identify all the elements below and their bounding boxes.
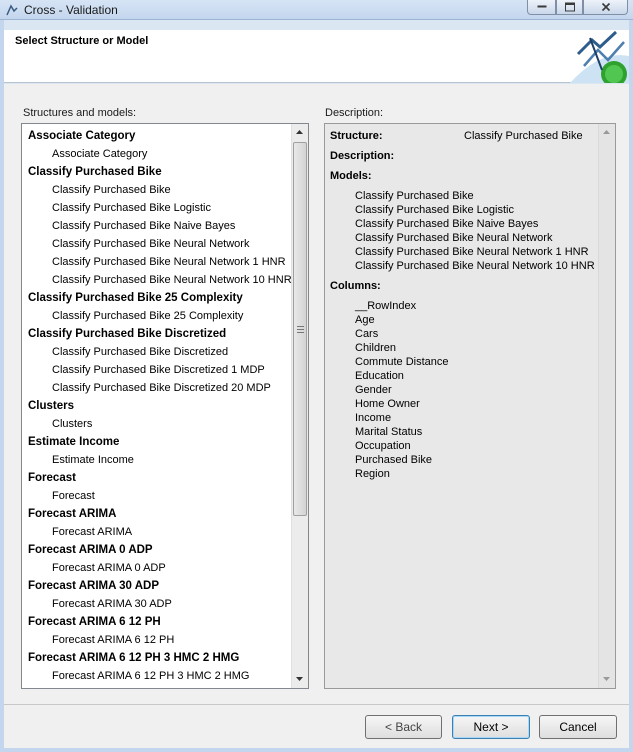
description-column-item: Commute Distance — [355, 356, 449, 368]
structures-listbox[interactable]: Associate Category Associate Category Clas… — [21, 123, 309, 689]
model-item[interactable]: Classify Purchased Bike Neural Network 1… — [22, 271, 292, 289]
description-field-label: Description: — [330, 150, 395, 162]
structure-item[interactable]: Classify Purchased Bike 25 Complexity — [22, 289, 291, 307]
structures-scrollbar[interactable] — [291, 124, 308, 688]
model-item[interactable]: Forecast ARIMA 0 ADP — [22, 559, 291, 577]
close-button[interactable] — [583, 0, 628, 15]
description-column-item: Age — [355, 314, 375, 326]
description-column-item: __RowIndex — [355, 300, 417, 312]
maximize-icon — [564, 2, 575, 12]
description-column-item: Gender — [355, 384, 392, 396]
description-model-item: Classify Purchased Bike Neural Network 1… — [355, 260, 595, 272]
description-box: Structure: Classify Purchased Bike Descr… — [324, 123, 616, 689]
maximize-button[interactable] — [556, 0, 583, 15]
description-model-item: Classify Purchased Bike Neural Network 1… — [355, 246, 589, 258]
wizard-header: Select Structure or Model — [4, 30, 629, 87]
app-icon — [5, 3, 19, 17]
description-column-item: Education — [355, 370, 404, 382]
structure-item[interactable]: Forecast — [22, 469, 291, 487]
structure-value: Classify Purchased Bike — [464, 130, 583, 142]
model-item[interactable]: Classify Purchased Bike — [22, 181, 291, 199]
structures-label: Structures and models: — [23, 107, 137, 119]
wizard-logo-icon — [570, 30, 629, 87]
scroll-up-button[interactable] — [292, 124, 308, 141]
structure-item[interactable]: Classify Purchased Bike Discretized — [22, 325, 291, 343]
structures-list[interactable]: Associate Category Associate Category Clas… — [22, 124, 292, 688]
scroll-down-icon — [296, 677, 303, 681]
model-item[interactable]: Classify Purchased Bike Neural Network 1… — [22, 253, 291, 271]
model-item[interactable]: Forecast — [22, 487, 291, 505]
cancel-button[interactable]: Cancel — [539, 715, 617, 739]
description-column-item: Region — [355, 468, 390, 480]
window-frame-bottom — [0, 748, 633, 752]
model-item[interactable]: Forecast ARIMA 6 12 PH 3 HMC 2 HMG — [22, 667, 291, 685]
structure-item[interactable]: Estimate Income — [22, 433, 291, 451]
description-content: Structure: Classify Purchased Bike Descr… — [325, 124, 598, 688]
structure-item[interactable]: Forecast ARIMA 6 12 PH 3 HMC 2 HMG — [22, 649, 291, 667]
scroll-up-icon — [296, 130, 303, 134]
model-item[interactable]: Classify Purchased Bike Neural Network — [22, 235, 291, 253]
description-column-item: Income — [355, 412, 392, 424]
model-item[interactable]: Classify Purchased Bike 25 Complexity — [22, 307, 291, 325]
description-model-item: Classify Purchased Bike Logistic — [355, 204, 514, 216]
minimize-button[interactable] — [527, 0, 556, 15]
description-model-item: Classify Purchased Bike Naive Bayes — [355, 218, 539, 230]
columns-label: Columns: — [330, 280, 381, 292]
structure-item[interactable]: Forecast ARIMA — [22, 505, 291, 523]
title-bar[interactable]: Cross - Validation — [0, 0, 633, 20]
structure-item[interactable]: Forecast ARIMA 30 ADP — [22, 577, 291, 595]
desc-scroll-down-button[interactable] — [599, 671, 615, 688]
model-item[interactable]: Associate Category — [22, 145, 291, 163]
description-column-item: Home Owner — [355, 398, 420, 410]
minimize-icon — [537, 5, 546, 8]
description-column-item: Children — [355, 342, 396, 354]
scroll-up-icon — [603, 130, 610, 134]
window-title: Cross - Validation — [24, 3, 118, 17]
description-column-item: Occupation — [355, 440, 411, 452]
description-column-item: Cars — [355, 328, 379, 340]
description-model-item: Classify Purchased Bike Neural Network — [355, 232, 553, 244]
wizard-body: Structures and models: Description: Asso… — [4, 84, 629, 704]
model-item[interactable]: Classify Purchased Bike Logistic — [22, 199, 291, 217]
model-item[interactable]: Classify Purchased Bike Discretized 1 MD… — [22, 361, 291, 379]
description-column-item: Purchased Bike — [355, 454, 433, 466]
model-item[interactable]: Clusters — [22, 415, 291, 433]
desc-scroll-up-button[interactable] — [599, 124, 615, 141]
next-button[interactable]: Next > — [452, 715, 530, 739]
model-item[interactable]: Estimate Income — [22, 451, 291, 469]
model-item[interactable]: Classify Purchased Bike Discretized — [22, 343, 291, 361]
scroll-thumb[interactable] — [293, 142, 307, 516]
scroll-grip-icon — [297, 326, 304, 333]
description-label: Description: — [325, 107, 384, 119]
structure-label: Structure: — [330, 130, 383, 142]
structure-item[interactable]: Associate Category — [22, 127, 291, 145]
wizard-footer: < Back Next > Cancel — [4, 704, 629, 748]
model-item[interactable]: Classify Purchased Bike Discretized 20 M… — [22, 379, 291, 397]
models-label: Models: — [330, 170, 372, 182]
close-icon — [601, 2, 610, 12]
model-item[interactable]: Forecast ARIMA — [22, 523, 291, 541]
structure-item[interactable]: Classify Purchased Bike — [22, 163, 291, 181]
scroll-down-button[interactable] — [292, 671, 308, 688]
page-title: Select Structure or Model — [15, 35, 149, 47]
structure-item[interactable]: Forecast ARIMA 0 ADP — [22, 541, 291, 559]
description-scrollbar[interactable] — [598, 124, 615, 688]
structure-item[interactable]: Forecast ARIMA 6 12 PH — [22, 613, 291, 631]
back-button[interactable]: < Back — [365, 715, 442, 739]
scroll-down-icon — [603, 677, 610, 681]
model-item[interactable]: Classify Purchased Bike Naive Bayes — [22, 217, 291, 235]
description-model-item: Classify Purchased Bike — [355, 190, 474, 202]
structure-item[interactable]: Clusters — [22, 397, 291, 415]
model-item[interactable]: Forecast ARIMA 6 12 PH — [22, 631, 291, 649]
model-item[interactable]: Forecast ARIMA 30 ADP — [22, 595, 291, 613]
description-column-item: Marital Status — [355, 426, 423, 438]
window-frame-right — [629, 20, 633, 752]
